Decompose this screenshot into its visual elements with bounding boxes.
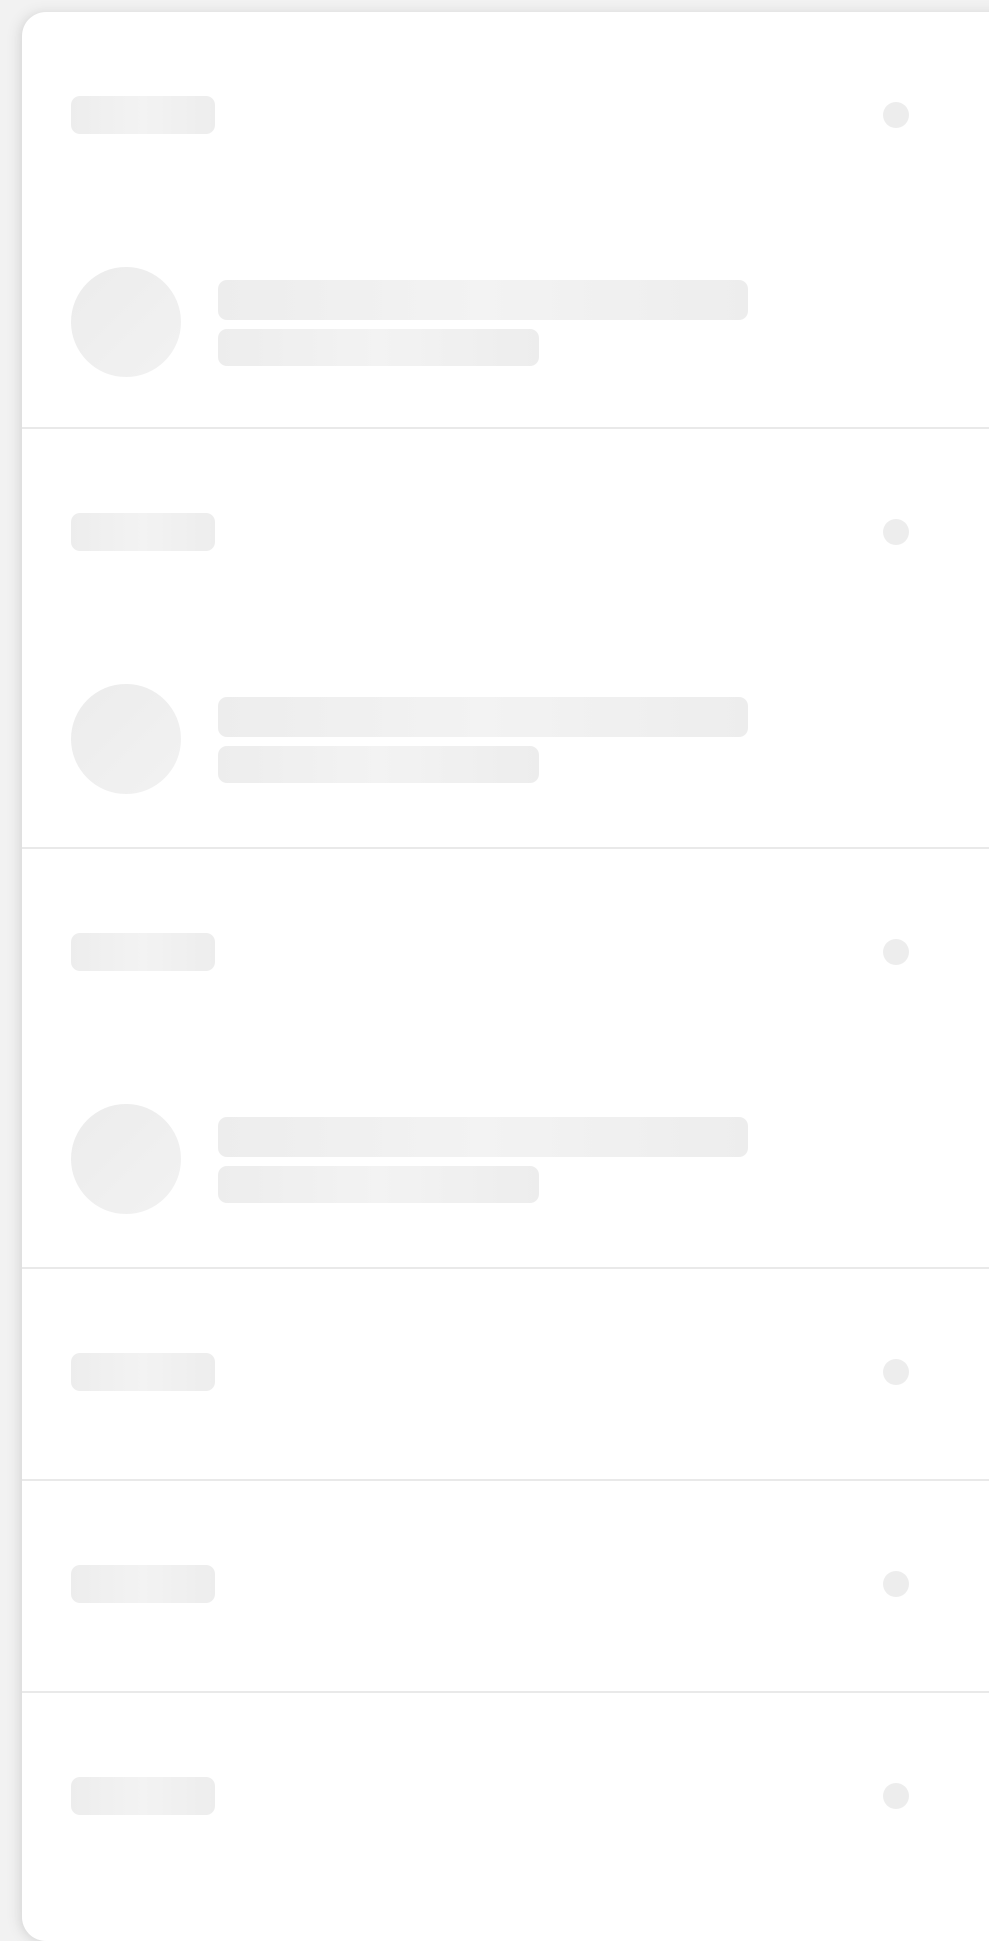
circle-dot-icon[interactable] [883, 1571, 909, 1597]
skeleton-card [22, 12, 989, 1941]
circle-dot-icon[interactable] [883, 1359, 909, 1385]
skeleton-section-4 [22, 1269, 989, 1481]
header-label-placeholder [71, 1565, 215, 1603]
avatar-placeholder [71, 267, 181, 377]
skeleton-section-5 [22, 1481, 989, 1693]
avatar-placeholder [71, 684, 181, 794]
profile-line-2-placeholder [218, 329, 539, 366]
skeleton-section-3 [22, 849, 989, 1269]
header-label-placeholder [71, 1353, 215, 1391]
header-label-placeholder [71, 513, 215, 551]
header-label-placeholder [71, 96, 215, 134]
circle-dot-icon[interactable] [883, 519, 909, 545]
profile-line-1-placeholder [218, 1117, 748, 1157]
circle-dot-icon[interactable] [883, 939, 909, 965]
skeleton-section-1 [22, 12, 989, 429]
skeleton-section-2 [22, 429, 989, 849]
profile-line-2-placeholder [218, 1166, 539, 1203]
header-label-placeholder [71, 1777, 215, 1815]
avatar-placeholder [71, 1104, 181, 1214]
circle-dot-icon[interactable] [883, 102, 909, 128]
skeleton-section-6 [22, 1693, 989, 1941]
profile-line-1-placeholder [218, 697, 748, 737]
circle-dot-icon[interactable] [883, 1783, 909, 1809]
header-label-placeholder [71, 933, 215, 971]
profile-line-1-placeholder [218, 280, 748, 320]
profile-line-2-placeholder [218, 746, 539, 783]
